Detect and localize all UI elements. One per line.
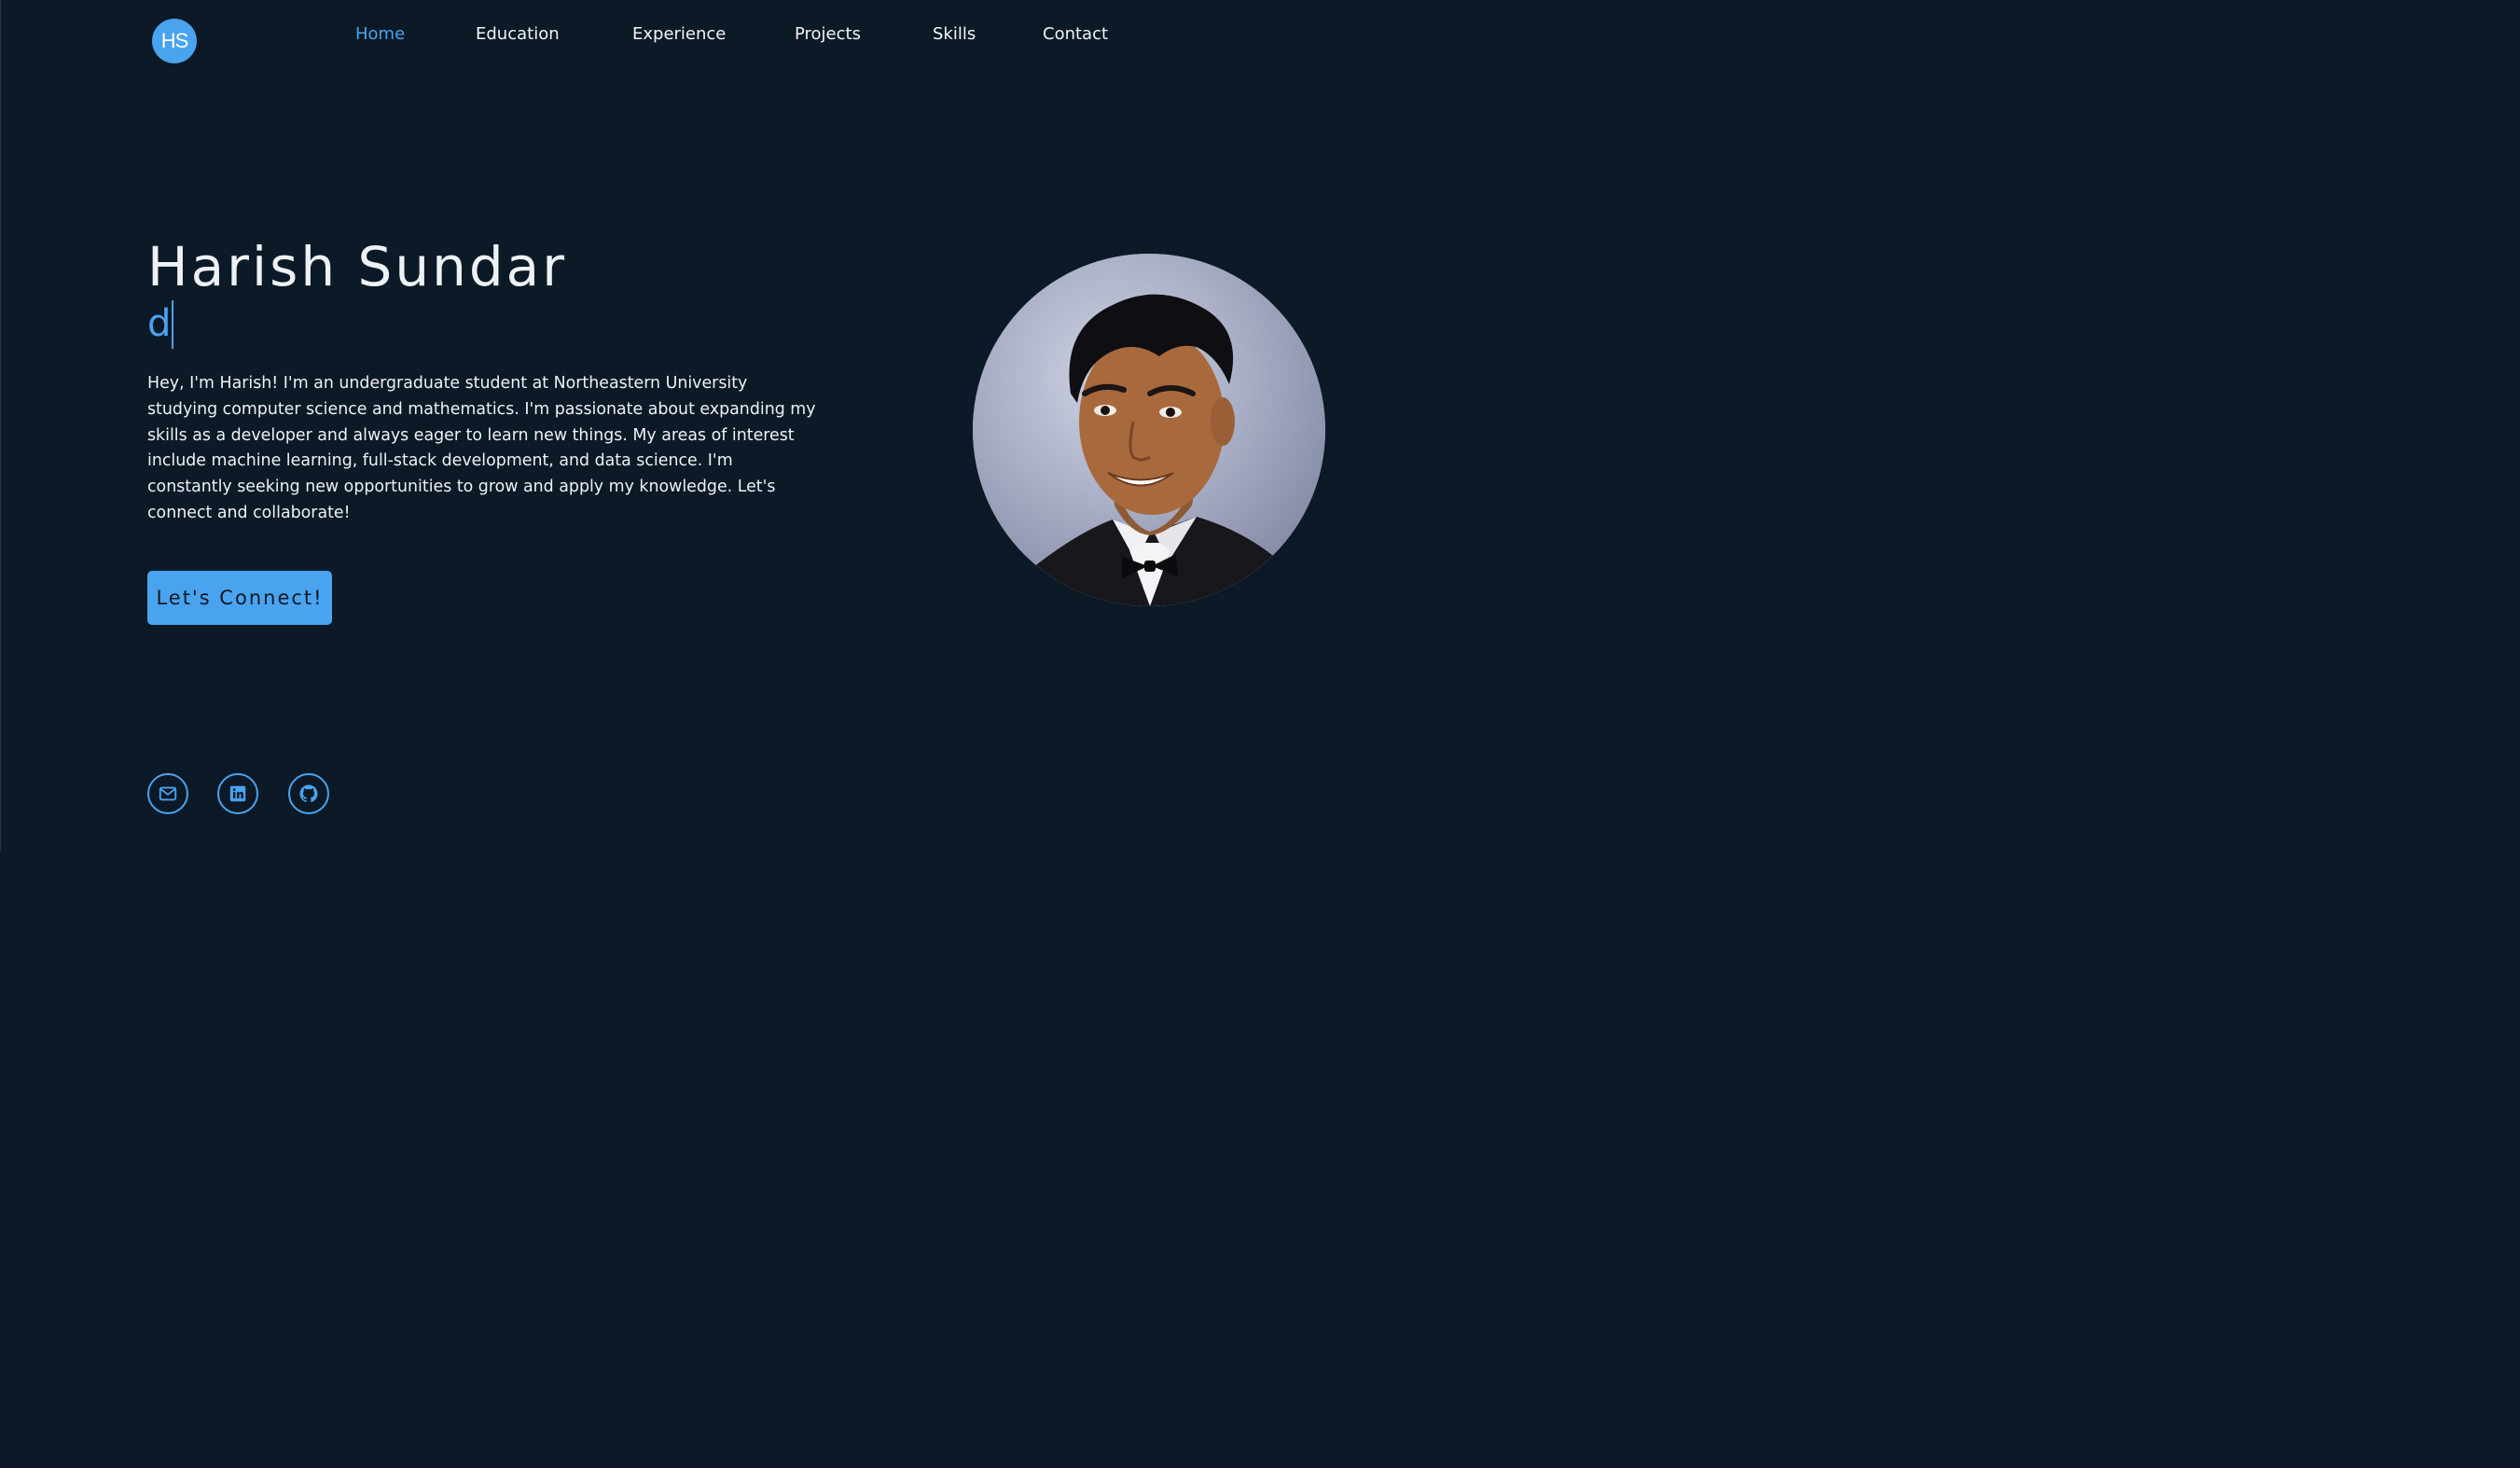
email-link[interactable] [147, 773, 188, 814]
github-link[interactable] [288, 773, 329, 814]
mail-icon [159, 786, 177, 801]
linkedin-link[interactable] [217, 773, 258, 814]
nav-item-projects[interactable]: Projects [795, 24, 861, 44]
logo-badge[interactable]: HS [152, 19, 197, 63]
profile-photo-illustration [973, 254, 1325, 606]
typed-role-line: d [147, 300, 174, 351]
nav-item-experience[interactable]: Experience [632, 24, 726, 44]
linkedin-icon [229, 785, 246, 802]
nav-item-skills[interactable]: Skills [933, 24, 976, 44]
nav-item-education[interactable]: Education [476, 24, 560, 44]
profile-photo [973, 254, 1325, 606]
hero-name: Harish Sundar [147, 235, 568, 298]
lets-connect-button[interactable]: Let's Connect! [147, 571, 332, 625]
nav-item-home[interactable]: Home [355, 24, 405, 44]
hero-bio: Hey, I'm Harish! I'm an undergraduate st… [147, 374, 816, 522]
logo-initials: HS [160, 29, 189, 52]
typed-role-text: d [147, 302, 172, 345]
github-icon [299, 784, 318, 803]
typing-cursor [172, 300, 174, 349]
nav-item-contact[interactable]: Contact [1043, 24, 1108, 44]
